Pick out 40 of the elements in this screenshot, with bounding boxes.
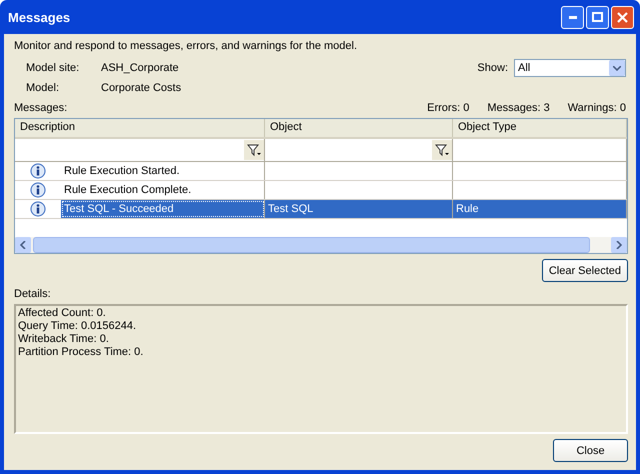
field-value: Corporate Costs [101,82,182,94]
table-cell: Rule [453,200,627,218]
close-button[interactable] [611,6,634,28]
messages-label: Messages: [14,102,68,114]
show-dropdown[interactable]: All [514,59,626,77]
filter-button[interactable] [244,140,264,160]
scroll-left-icon[interactable] [15,237,31,253]
count-text: Messages: 3 [487,102,550,114]
close-icon [617,12,628,22]
count-text: Warnings: 0 [568,102,626,114]
info-icon [30,182,46,198]
intro-text: Monitor and respond to messages, errors, and warnings for the model. [14,40,358,52]
field-label: Model: [26,82,60,94]
details-line: Query Time: 0.0156244. [18,320,138,333]
info-icon [30,163,46,179]
close-dialog-button[interactable]: Close [553,439,628,462]
minimize-button[interactable] [561,6,584,28]
maximize-button[interactable] [586,6,609,28]
filter-button[interactable] [432,140,452,160]
details-line: Partition Process Time: 0. [18,346,144,359]
details-label: Details: [14,288,52,300]
details-line: Writeback Time: 0. [18,333,110,346]
table-cell: Test SQL - Succeeded [61,200,265,218]
info-icon [30,201,46,217]
clear-selected-button[interactable]: Clear Selected [542,259,628,282]
scroll-right-icon[interactable] [611,237,627,253]
column-header[interactable]: Object [265,119,453,137]
minimize-icon [568,16,576,18]
table-cell: Test SQL [265,200,453,218]
maximize-icon [592,12,603,22]
field-label: Model site: [26,62,80,74]
window-title: Messages [8,10,70,24]
show-label: Show: [477,62,508,74]
column-header[interactable]: Description [15,119,265,137]
column-header[interactable]: Object Type [453,119,627,137]
filter-icon [435,143,449,157]
count-text: Errors: 0 [427,102,470,114]
filter-icon [247,143,261,157]
field-value: ASH_Corporate [101,62,179,74]
details-line: Affected Count: 0. [18,307,107,320]
